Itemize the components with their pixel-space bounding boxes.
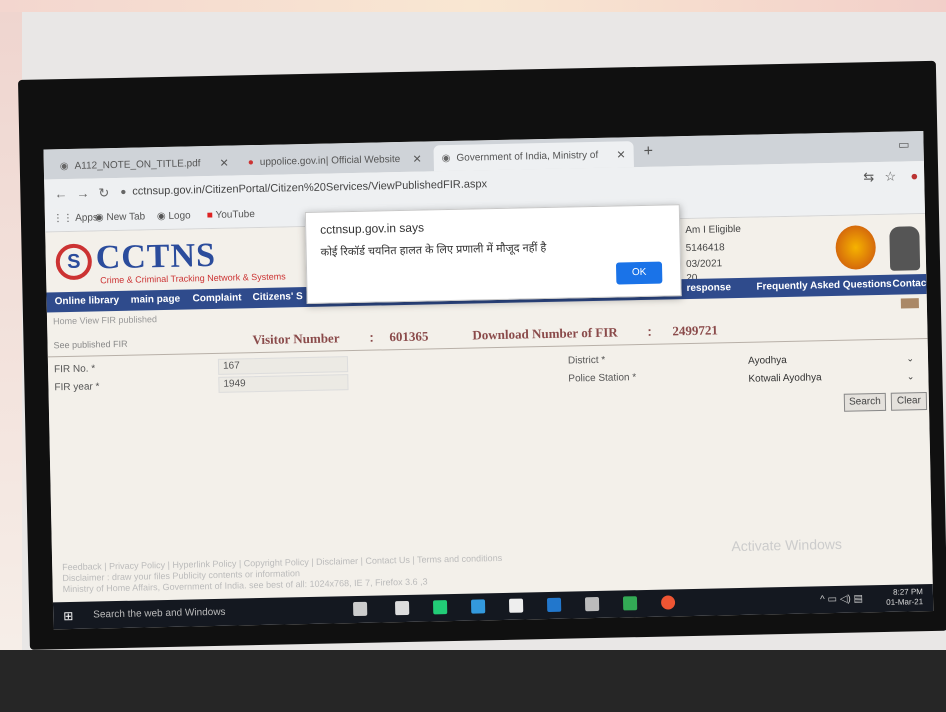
forward-arrow-icon[interactable]: → — [76, 186, 89, 201]
menu-online-library[interactable]: Online library — [55, 295, 120, 307]
stats-banner: See published FIR Visitor Number : 60136… — [47, 314, 928, 358]
fir-no-label: FIR No. * — [53, 363, 96, 376]
chevron-down-icon: ⌄ — [906, 353, 915, 364]
page-tools-icon[interactable] — [900, 298, 919, 309]
eligibility-link[interactable]: Am I Eligible — [685, 224, 741, 236]
tab-label: A112_NOTE_ON_TITLE.pdf — [74, 157, 201, 172]
bookmark-logo[interactable]: ◉ Logo — [157, 210, 191, 222]
lock-icon: ● — [120, 186, 127, 198]
visitor-number-value: 601365 — [389, 328, 429, 345]
separator: : — [647, 323, 652, 339]
header-number: 5146418 — [685, 242, 725, 255]
system-tray-icons[interactable]: ^ ▭ ◁) ▤ — [820, 593, 863, 605]
translate-icon[interactable]: ⇆ — [863, 169, 874, 185]
close-tab-icon[interactable]: ✕ — [616, 148, 625, 161]
windows-start-icon[interactable]: ⊞ — [63, 609, 73, 623]
fir-year-label: FIR year * — [54, 381, 100, 394]
camera-app-icon[interactable] — [394, 600, 410, 616]
menu-contact[interactable]: Contact — [892, 278, 929, 290]
chrome-icon[interactable] — [660, 595, 676, 610]
up-police-emblem-icon — [835, 225, 877, 270]
profile-avatar-icon[interactable]: ● — [910, 168, 918, 183]
menu-faq[interactable]: Frequently Asked Questions — [756, 279, 891, 293]
site-favicon-icon: ● — [247, 156, 254, 168]
logo-text: CCTNS — [95, 236, 217, 277]
visitor-number-label: Visitor Number — [252, 330, 340, 348]
cctns-logo[interactable]: S CCTNS Crime & Criminal Tracking Networ… — [55, 235, 301, 290]
clear-button[interactable]: Clear — [890, 392, 928, 411]
alert-dialog: cctnsup.gov.in says कोई रिकॉर्ड चयनित हा… — [304, 204, 682, 305]
bookmark-youtube[interactable]: ■ YouTube — [207, 209, 255, 221]
taskbar-search[interactable]: Search the web and Windows — [93, 607, 225, 621]
bookmark-star-icon[interactable]: ☆ — [884, 169, 896, 185]
breadcrumb: Home View FIR published — [52, 314, 158, 327]
close-tab-icon[interactable]: ✕ — [412, 152, 421, 165]
dialog-title: cctnsup.gov.in says — [320, 220, 425, 237]
separator: : — [369, 329, 374, 345]
download-number-label: Download Number of FIR — [472, 324, 618, 343]
police-station-select[interactable]: Kotwali Ayodhya ⌄ — [748, 368, 914, 387]
taskbar-clock[interactable]: 8:27 PM 01-Mar-21 — [886, 587, 923, 608]
fir-year-input[interactable]: 1949 — [218, 374, 349, 393]
url-field[interactable]: cctnsup.gov.in/CitizenPortal/Citizen%20S… — [132, 178, 487, 197]
download-number-value: 2499721 — [672, 322, 719, 339]
photos-app-icon[interactable] — [584, 596, 600, 612]
close-tab-icon[interactable]: ✕ — [219, 156, 228, 169]
menu-complaint[interactable]: Complaint — [193, 292, 242, 304]
excel-app-icon[interactable] — [622, 596, 638, 611]
new-tab-plus-icon[interactable]: + — [643, 143, 653, 161]
task-view-icon[interactable] — [353, 601, 368, 617]
globe-icon: ◉ — [59, 160, 69, 172]
store-app-icon[interactable] — [432, 600, 448, 615]
back-arrow-icon[interactable]: ← — [54, 186, 67, 201]
photo-background-top — [0, 0, 946, 12]
search-button[interactable]: Search — [843, 392, 887, 412]
menu-response[interactable]: response — [686, 282, 731, 294]
window-control-icon[interactable]: ▭ — [898, 137, 910, 151]
globe-icon: ◉ — [441, 152, 451, 164]
reload-icon[interactable]: ↻ — [98, 185, 109, 201]
menu-citizens[interactable]: Citizens' S — [252, 291, 302, 303]
tab-label: uppolice.gov.in| Official Website — [259, 153, 401, 168]
section-label: See published FIR — [53, 338, 128, 351]
mail-app-icon[interactable] — [546, 597, 562, 613]
chevron-down-icon: ⌄ — [906, 371, 915, 382]
fir-no-input[interactable]: 167 — [217, 356, 349, 375]
district-select[interactable]: Ayodhya ⌄ — [748, 350, 914, 369]
header-date: 03/2021 — [685, 258, 723, 271]
tab-label: Government of India, Ministry of — [456, 149, 599, 164]
ok-button[interactable]: OK — [615, 261, 663, 285]
photo-background-bottom — [0, 650, 946, 712]
cctns-emblem-icon: S — [55, 243, 93, 281]
bookmark-new-tab[interactable]: ◉ New Tab — [95, 211, 145, 223]
dialog-message: कोई रिकॉर्ड चयनित हालत के लिए प्रणाली मे… — [320, 241, 547, 259]
store-bag-icon[interactable] — [508, 598, 524, 613]
menu-main-page[interactable]: main page — [131, 294, 181, 306]
monitor-bezel: ◉ A112_NOTE_ON_TITLE.pdf ✕ ● uppolice.go… — [18, 60, 946, 650]
tab-pdf[interactable]: ◉ A112_NOTE_ON_TITLE.pdf ✕ — [52, 149, 238, 179]
district-label: District * — [567, 354, 606, 367]
bookmark-apps[interactable]: ⋮⋮ Apps — [53, 212, 98, 224]
national-emblem-icon — [889, 226, 921, 271]
tab-uppolice[interactable]: ● uppolice.gov.in| Official Website ✕ — [240, 145, 431, 175]
screen: ◉ A112_NOTE_ON_TITLE.pdf ✕ ● uppolice.go… — [43, 131, 934, 630]
edge-browser-icon[interactable] — [470, 599, 486, 614]
police-station-label: Police Station * — [568, 372, 637, 385]
